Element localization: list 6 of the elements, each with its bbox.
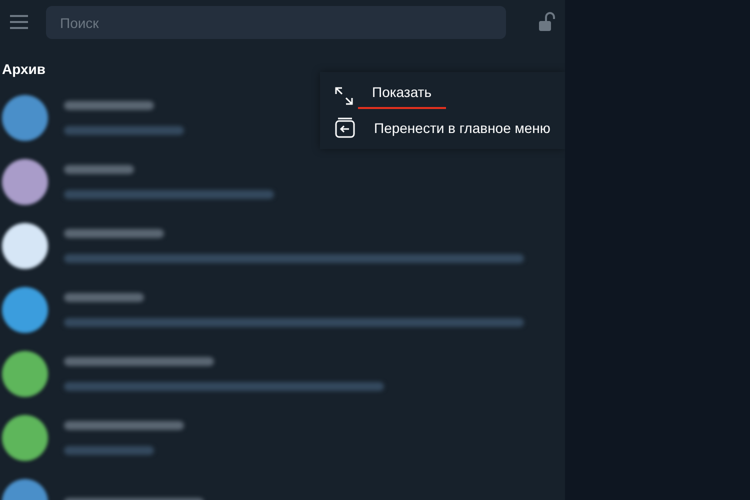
- expand-arrows-icon: [334, 86, 354, 106]
- search-field[interactable]: Поиск: [46, 6, 506, 39]
- section-title: Архив: [1, 60, 46, 79]
- menu-item-label[interactable]: Показать: [358, 82, 446, 109]
- blurred-name: [64, 165, 134, 174]
- menu-item-label[interactable]: Перенести в главное меню: [374, 118, 550, 138]
